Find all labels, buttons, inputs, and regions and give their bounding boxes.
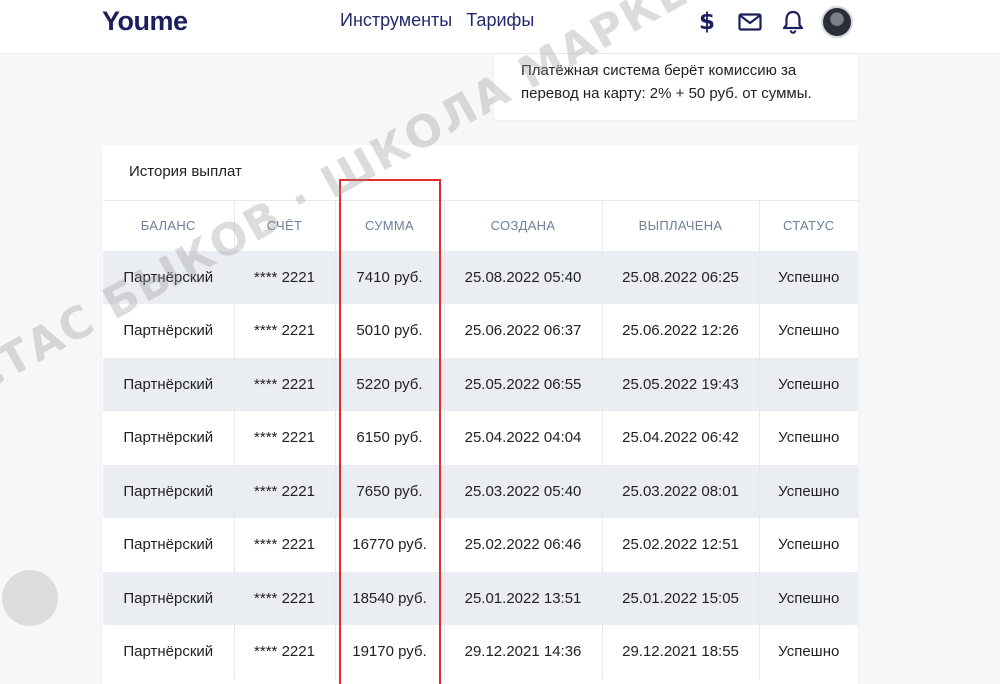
cell-paid: 25.01.2022 15:05 [602,571,760,625]
col-paid[interactable]: ВЫПЛАЧЕНА [602,200,760,251]
cell-amount: 6150 руб. [335,411,445,465]
cell-account: **** 2221 [234,411,336,465]
bell-icon[interactable] [778,7,808,37]
header-icons: $ [692,6,853,38]
top-header: Youme Инструменты Тарифы $ [0,0,1000,54]
cell-account: **** 2221 [234,250,336,304]
col-created[interactable]: СОЗДАНА [444,200,603,251]
table-row: Партнёрский **** 2221 19170 руб. 29.12.2021… [103,625,858,679]
cell-created: 25.04.2022 04:04 [444,411,603,465]
cell-amount: 16770 руб. [335,518,445,572]
mail-icon[interactable] [735,7,765,37]
commission-note-text: Платёжная система берёт комиссию за пере… [521,62,812,102]
cell-account: **** 2221 [234,571,336,625]
dollar-icon[interactable]: $ [692,7,722,37]
commission-note: Платёжная система берёт комиссию за пере… [494,54,858,120]
payout-history-card: История выплат БАЛАНС СЧЁТ СУММА СОЗДАНА… [102,145,858,684]
table-row: Партнёрский **** 2221 7650 руб. 25.03.2022 … [103,464,858,518]
cell-paid: 25.04.2022 06:42 [602,411,760,465]
cell-balance: Партнёрский [103,625,235,679]
cell-account: **** 2221 [234,518,336,572]
watermark-avatar [2,570,58,626]
cell-created: 25.06.2022 06:37 [444,304,603,358]
cell-status: Успешно [759,625,858,679]
cell-balance: Партнёрский [103,250,235,304]
cell-created: 25.08.2022 05:40 [444,250,603,304]
table-row: Партнёрский **** 2221 5010 руб. 25.06.2022 … [103,304,858,358]
cell-amount: 7410 руб. [335,250,445,304]
cell-status: Успешно [759,357,858,411]
logo[interactable]: Youme [102,6,188,37]
cell-status: Успешно [759,304,858,358]
cell-created: 29.12.2021 14:36 [444,625,603,679]
col-amount[interactable]: СУММА [335,200,445,251]
cell-amount: 19170 руб. [335,625,445,679]
table-row: Партнёрский **** 2221 6150 руб. 25.04.2022 … [103,411,858,465]
cell-paid: 25.05.2022 19:43 [602,357,760,411]
cell-status: Успешно [759,464,858,518]
col-status[interactable]: СТАТУС [759,200,858,251]
cell-balance: Партнёрский [103,518,235,572]
cell-created: 25.01.2022 13:51 [444,571,603,625]
payout-history-title: История выплат [129,163,242,180]
cell-balance: Партнёрский [103,571,235,625]
cell-paid: 25.03.2022 08:01 [602,464,760,518]
payout-table-wrap: БАЛАНС СЧЁТ СУММА СОЗДАНА ВЫПЛАЧЕНА СТАТ… [103,200,858,679]
cell-status: Успешно [759,250,858,304]
cell-status: Успешно [759,411,858,465]
nav-tools[interactable]: Инструменты [340,10,452,31]
table-row: Партнёрский **** 2221 5220 руб. 25.05.2022 … [103,357,858,411]
cell-amount: 18540 руб. [335,571,445,625]
cell-amount: 5220 руб. [335,357,445,411]
cell-status: Успешно [759,518,858,572]
table-row: Партнёрский **** 2221 18540 руб. 25.01.2022… [103,571,858,625]
cell-paid: 29.12.2021 18:55 [602,625,760,679]
cell-account: **** 2221 [234,304,336,358]
cell-balance: Партнёрский [103,357,235,411]
main-nav: Инструменты Тарифы [340,10,534,31]
payout-table: БАЛАНС СЧЁТ СУММА СОЗДАНА ВЫПЛАЧЕНА СТАТ… [103,200,858,679]
cell-paid: 25.08.2022 06:25 [602,250,760,304]
cell-paid: 25.06.2022 12:26 [602,304,760,358]
cell-amount: 7650 руб. [335,464,445,518]
cell-account: **** 2221 [234,357,336,411]
cell-status: Успешно [759,571,858,625]
avatar[interactable] [821,6,853,38]
cell-paid: 25.02.2022 12:51 [602,518,760,572]
nav-tariffs[interactable]: Тарифы [466,10,534,31]
cell-amount: 5010 руб. [335,304,445,358]
cell-created: 25.05.2022 06:55 [444,357,603,411]
table-header-row: БАЛАНС СЧЁТ СУММА СОЗДАНА ВЫПЛАЧЕНА СТАТ… [103,200,858,251]
cell-balance: Партнёрский [103,411,235,465]
payout-table-body: Партнёрский **** 2221 7410 руб. 25.08.2022 … [103,250,858,679]
table-row: Партнёрский **** 2221 7410 руб. 25.08.2022 … [103,250,858,304]
cell-created: 25.02.2022 06:46 [444,518,603,572]
cell-balance: Партнёрский [103,304,235,358]
table-row: Партнёрский **** 2221 16770 руб. 25.02.2022… [103,518,858,572]
cell-account: **** 2221 [234,464,336,518]
cell-balance: Партнёрский [103,464,235,518]
cell-created: 25.03.2022 05:40 [444,464,603,518]
col-account[interactable]: СЧЁТ [234,200,336,251]
cell-account: **** 2221 [234,625,336,679]
col-balance[interactable]: БАЛАНС [103,200,235,251]
